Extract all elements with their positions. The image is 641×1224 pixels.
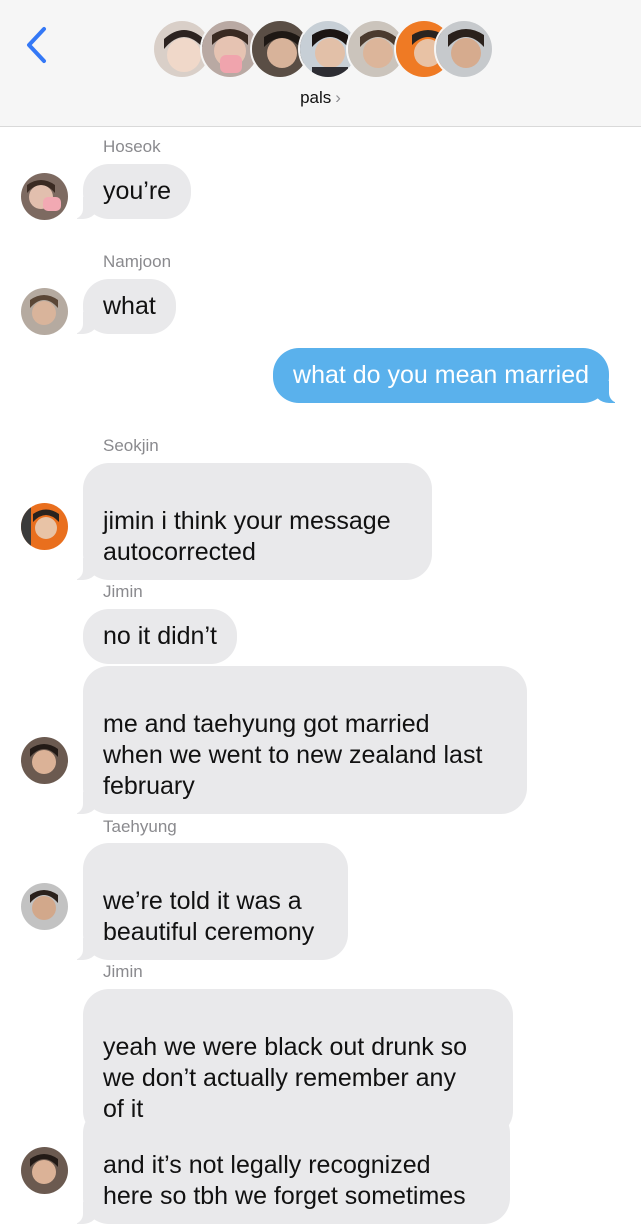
- message-text: we’re told it was a beautiful ceremony: [103, 887, 315, 946]
- message-bubble[interactable]: you’re: [70, 164, 192, 219]
- message-bubble[interactable]: jimin i think your message autocorrected: [71, 463, 432, 580]
- sender-name: Hoseok: [103, 137, 161, 156]
- sender-name: Namjoon: [103, 252, 172, 271]
- message-bubble[interactable]: and it’s not legally recognized here so …: [71, 1107, 510, 1224]
- chevron-right-icon: ›: [335, 88, 341, 107]
- avatar[interactable]: [21, 883, 68, 930]
- message-text: no it didn’t: [103, 622, 217, 650]
- message-text: you’re: [103, 177, 172, 205]
- avatar[interactable]: [21, 173, 68, 220]
- message-text: what: [103, 292, 156, 320]
- group-name-label: pals: [300, 88, 332, 107]
- avatar[interactable]: [21, 1147, 68, 1194]
- message-text: what do you mean married: [293, 361, 589, 389]
- conversation-header: pals ›: [0, 0, 641, 127]
- message-bubble[interactable]: no it didn’t: [83, 609, 237, 664]
- group-avatar: [434, 19, 494, 79]
- message-bubble-outgoing[interactable]: what do you mean married: [273, 348, 621, 403]
- sender-name: Jimin: [103, 582, 143, 601]
- sender-name: Jimin: [103, 962, 143, 981]
- message-bubble[interactable]: we’re told it was a beautiful ceremony: [71, 843, 348, 960]
- message-text: jimin i think your message autocorrected: [103, 507, 391, 566]
- group-avatars[interactable]: [152, 19, 494, 81]
- sender-name: Taehyung: [103, 817, 177, 836]
- message-text: and it’s not legally recognized here so …: [103, 1151, 466, 1210]
- group-name[interactable]: pals ›: [0, 88, 641, 108]
- avatar[interactable]: [21, 737, 68, 784]
- sender-name: Seokjin: [103, 436, 159, 455]
- message-text: me and taehyung got married when we went…: [103, 710, 483, 800]
- avatar[interactable]: [21, 503, 68, 550]
- back-chevron-icon[interactable]: [24, 26, 50, 64]
- message-bubble[interactable]: what: [71, 279, 176, 334]
- avatar[interactable]: [21, 288, 68, 335]
- message-bubble[interactable]: me and taehyung got married when we went…: [71, 666, 527, 814]
